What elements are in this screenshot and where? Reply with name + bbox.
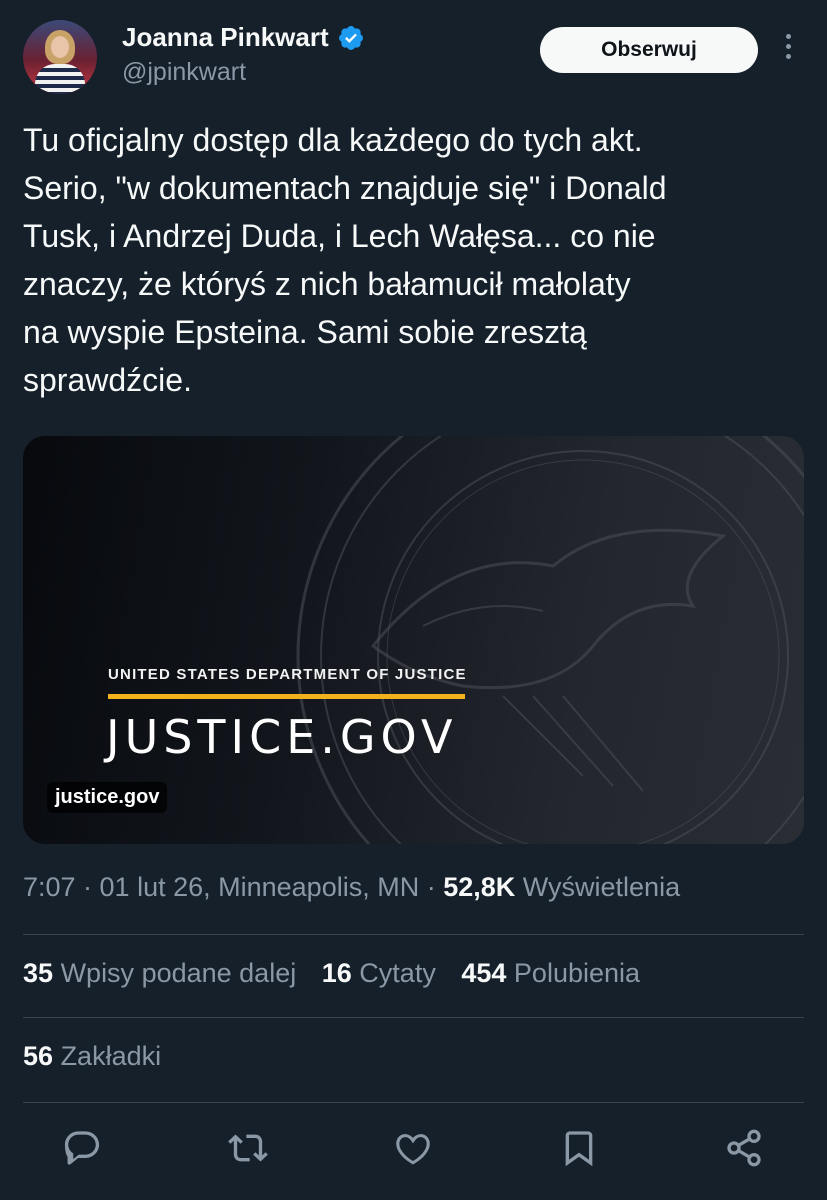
engagement-stats: 35 Wpisy podane dalej 16 Cytaty 454 Polu…	[23, 958, 658, 989]
verified-badge-icon	[338, 25, 363, 50]
views-count: 52,8K	[443, 872, 516, 902]
author-avatar[interactable]	[23, 20, 97, 94]
tweet-time-date-place[interactable]: 7:07 · 01 lut 26, Minneapolis, MN ·	[23, 872, 443, 902]
author-name[interactable]: Joanna Pinkwart	[122, 22, 329, 53]
views-label: Wyświetlenia	[522, 872, 681, 902]
author-handle[interactable]: @jpinkwart	[122, 58, 246, 87]
divider	[23, 934, 804, 935]
divider	[23, 1017, 804, 1018]
tweet-text: Tu oficjalny dostęp dla każdego do tych …	[23, 122, 667, 398]
bookmark-icon[interactable]	[559, 1128, 599, 1168]
card-domain-badge: justice.gov	[47, 782, 168, 813]
doj-seal-watermark	[296, 436, 804, 844]
avatar-shirt	[35, 64, 85, 94]
divider	[23, 1102, 804, 1103]
link-preview-card[interactable]: UNITED STATES DEPARTMENT OF JUSTICE JUST…	[23, 436, 804, 844]
author-name-row: Joanna Pinkwart	[122, 22, 365, 53]
quotes-stat[interactable]: 16 Cytaty	[322, 958, 436, 988]
card-kicker: UNITED STATES DEPARTMENT OF JUSTICE	[108, 666, 467, 683]
repost-icon[interactable]	[228, 1128, 268, 1168]
share-icon[interactable]	[724, 1128, 764, 1168]
reply-icon[interactable]	[62, 1128, 102, 1168]
avatar-face	[51, 36, 69, 58]
likes-stat[interactable]: 454 Polubienia	[461, 958, 640, 988]
reposts-stat[interactable]: 35 Wpisy podane dalej	[23, 958, 296, 988]
card-accent-bar	[108, 694, 465, 699]
tweet-meta: 7:07 · 01 lut 26, Minneapolis, MN · 52,8…	[23, 872, 680, 903]
card-title: JUSTICE.GOV	[106, 710, 458, 764]
like-icon[interactable]	[393, 1128, 433, 1168]
bookmarks-stat[interactable]: 56 Zakładki	[23, 1041, 161, 1072]
follow-button[interactable]: Obserwuj	[540, 27, 758, 73]
more-options-icon[interactable]	[776, 34, 800, 66]
